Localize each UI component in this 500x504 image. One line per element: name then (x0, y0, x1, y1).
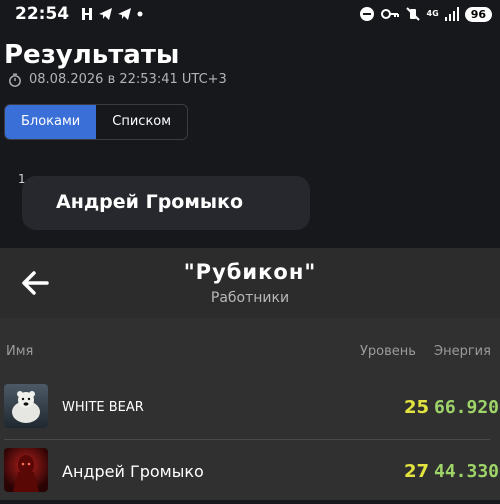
app-h-icon (82, 8, 92, 20)
stopwatch-icon (9, 73, 21, 87)
status-time: 22:54 (15, 4, 70, 24)
player-energy: 44.330 (434, 461, 500, 482)
timestamp: 08.08.2026 в 22:53:41 UTC+3 (8, 72, 227, 87)
signal-icon (444, 7, 459, 21)
organization-title: "Рубикон" (183, 260, 317, 284)
panel-header: "Рубикон" Работники (0, 248, 500, 318)
do-not-disturb-icon (359, 7, 374, 21)
column-level: Уровень (360, 344, 416, 359)
row-divider (4, 439, 490, 440)
key-icon (380, 9, 399, 19)
timestamp-text: 08.08.2026 в 22:53:41 UTC+3 (29, 72, 227, 87)
view-toggle: Блоками Списком (4, 104, 189, 140)
telegram-icon (99, 8, 112, 20)
status-bar: 22:54 4G 96 (0, 0, 500, 28)
tab-list[interactable]: Списком (96, 105, 187, 139)
tab-blocks[interactable]: Блоками (5, 105, 97, 139)
column-name: Имя (6, 344, 34, 359)
column-energy: Энергия (434, 344, 491, 359)
page-title: Результаты (4, 40, 180, 70)
player-name: Андрей Громыко (62, 462, 204, 481)
player-energy: 66.920 (434, 397, 500, 418)
telegram-icon (118, 8, 131, 20)
player-name: WHITE BEAR (62, 400, 144, 415)
result-name: Андрей Громыко (56, 191, 244, 213)
player-level: 25 (404, 397, 430, 418)
result-card[interactable]: Андрей Громыко (22, 176, 310, 230)
table-row[interactable]: WHITE BEAR 25 66.920 (0, 380, 500, 440)
vibrate-off-icon (405, 7, 420, 21)
dot-icon (137, 11, 143, 17)
system-icons: 4G 96 (359, 5, 492, 23)
notification-icons (80, 6, 144, 22)
table-header: Имя Уровень Энергия (0, 344, 500, 364)
organization-subtitle: Работники (210, 290, 290, 306)
player-level: 27 (404, 461, 430, 482)
table-row[interactable]: Андрей Громыко 27 44.330 (0, 444, 500, 504)
workers-panel: "Рубикон" Работники Имя Уровень Энергия … (0, 248, 500, 500)
battery-level: 96 (464, 6, 492, 22)
network-type: 4G (426, 9, 439, 18)
polar-bear-icon (4, 384, 48, 428)
red-figure-icon (4, 448, 48, 492)
